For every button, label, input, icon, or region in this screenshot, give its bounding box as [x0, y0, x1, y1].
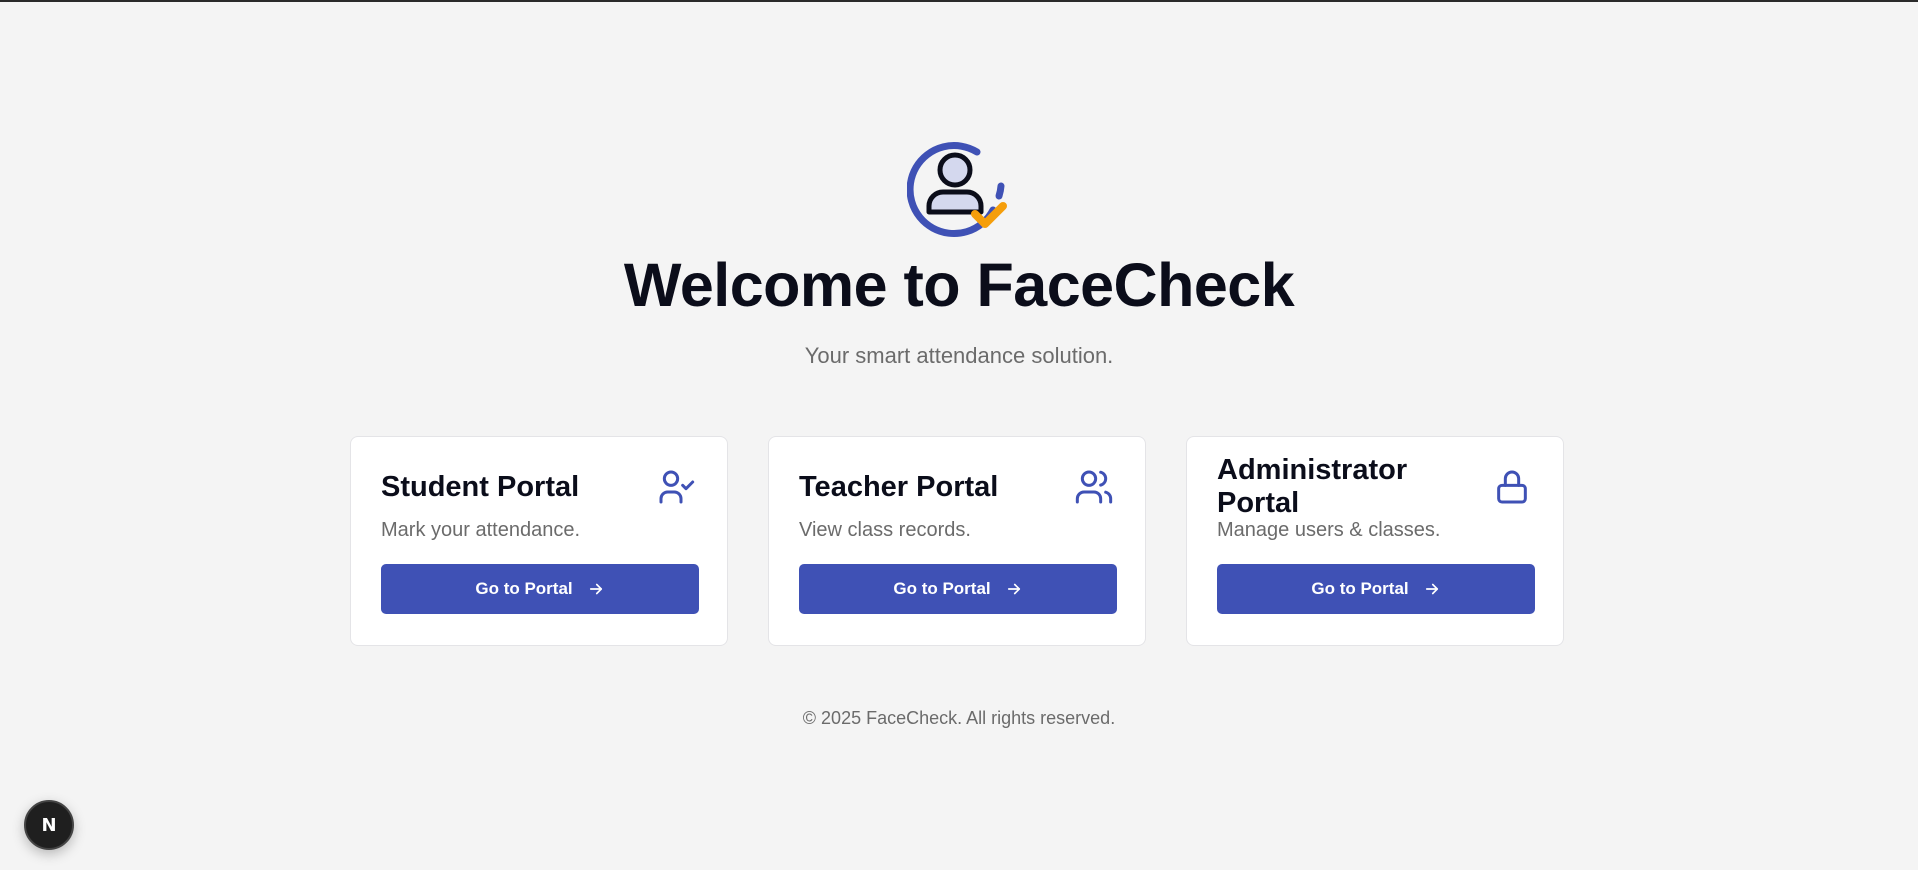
button-label: Go to Portal — [893, 579, 991, 598]
dev-tools-label: N — [41, 814, 57, 836]
button-label: Go to Portal — [475, 579, 573, 598]
teacher-portal-card: Teacher Portal View class records. Go to… — [768, 436, 1146, 646]
arrow-right-icon — [1423, 580, 1441, 598]
teacher-go-to-portal-button[interactable]: Go to Portal — [799, 564, 1117, 614]
administrator-portal-card: Administrator Portal Manage users & clas… — [1186, 436, 1564, 646]
user-check-logo-icon — [907, 142, 1007, 238]
administrator-go-to-portal-button[interactable]: Go to Portal — [1217, 564, 1535, 614]
student-go-to-portal-button[interactable]: Go to Portal — [381, 564, 699, 614]
portal-cards: Student Portal Mark your attendance. Go … — [350, 436, 1564, 646]
dev-tools-badge[interactable]: N — [24, 800, 74, 850]
card-title: Student Portal — [381, 470, 580, 503]
hero-section: Welcome to FaceCheck Your smart attendan… — [0, 140, 1918, 369]
page-title: Welcome to FaceCheck — [623, 251, 1295, 319]
users-icon — [1073, 466, 1115, 508]
lock-icon — [1492, 466, 1533, 508]
top-border — [0, 0, 1918, 2]
button-label: Go to Portal — [1311, 579, 1409, 598]
footer-copyright: © 2025 FaceCheck. All rights reserved. — [802, 708, 1116, 728]
arrow-right-icon — [587, 580, 605, 598]
student-portal-card: Student Portal Mark your attendance. Go … — [350, 436, 728, 646]
page-subtitle: Your smart attendance solution. — [804, 343, 1114, 369]
card-description: Manage users & classes. — [1217, 519, 1441, 541]
card-title: Administrator Portal — [1217, 454, 1408, 519]
card-description: View class records. — [799, 519, 971, 541]
arrow-right-icon — [1005, 580, 1023, 598]
card-title: Teacher Portal — [799, 470, 999, 503]
card-description: Mark your attendance. — [381, 519, 580, 541]
user-check-icon — [655, 466, 697, 508]
